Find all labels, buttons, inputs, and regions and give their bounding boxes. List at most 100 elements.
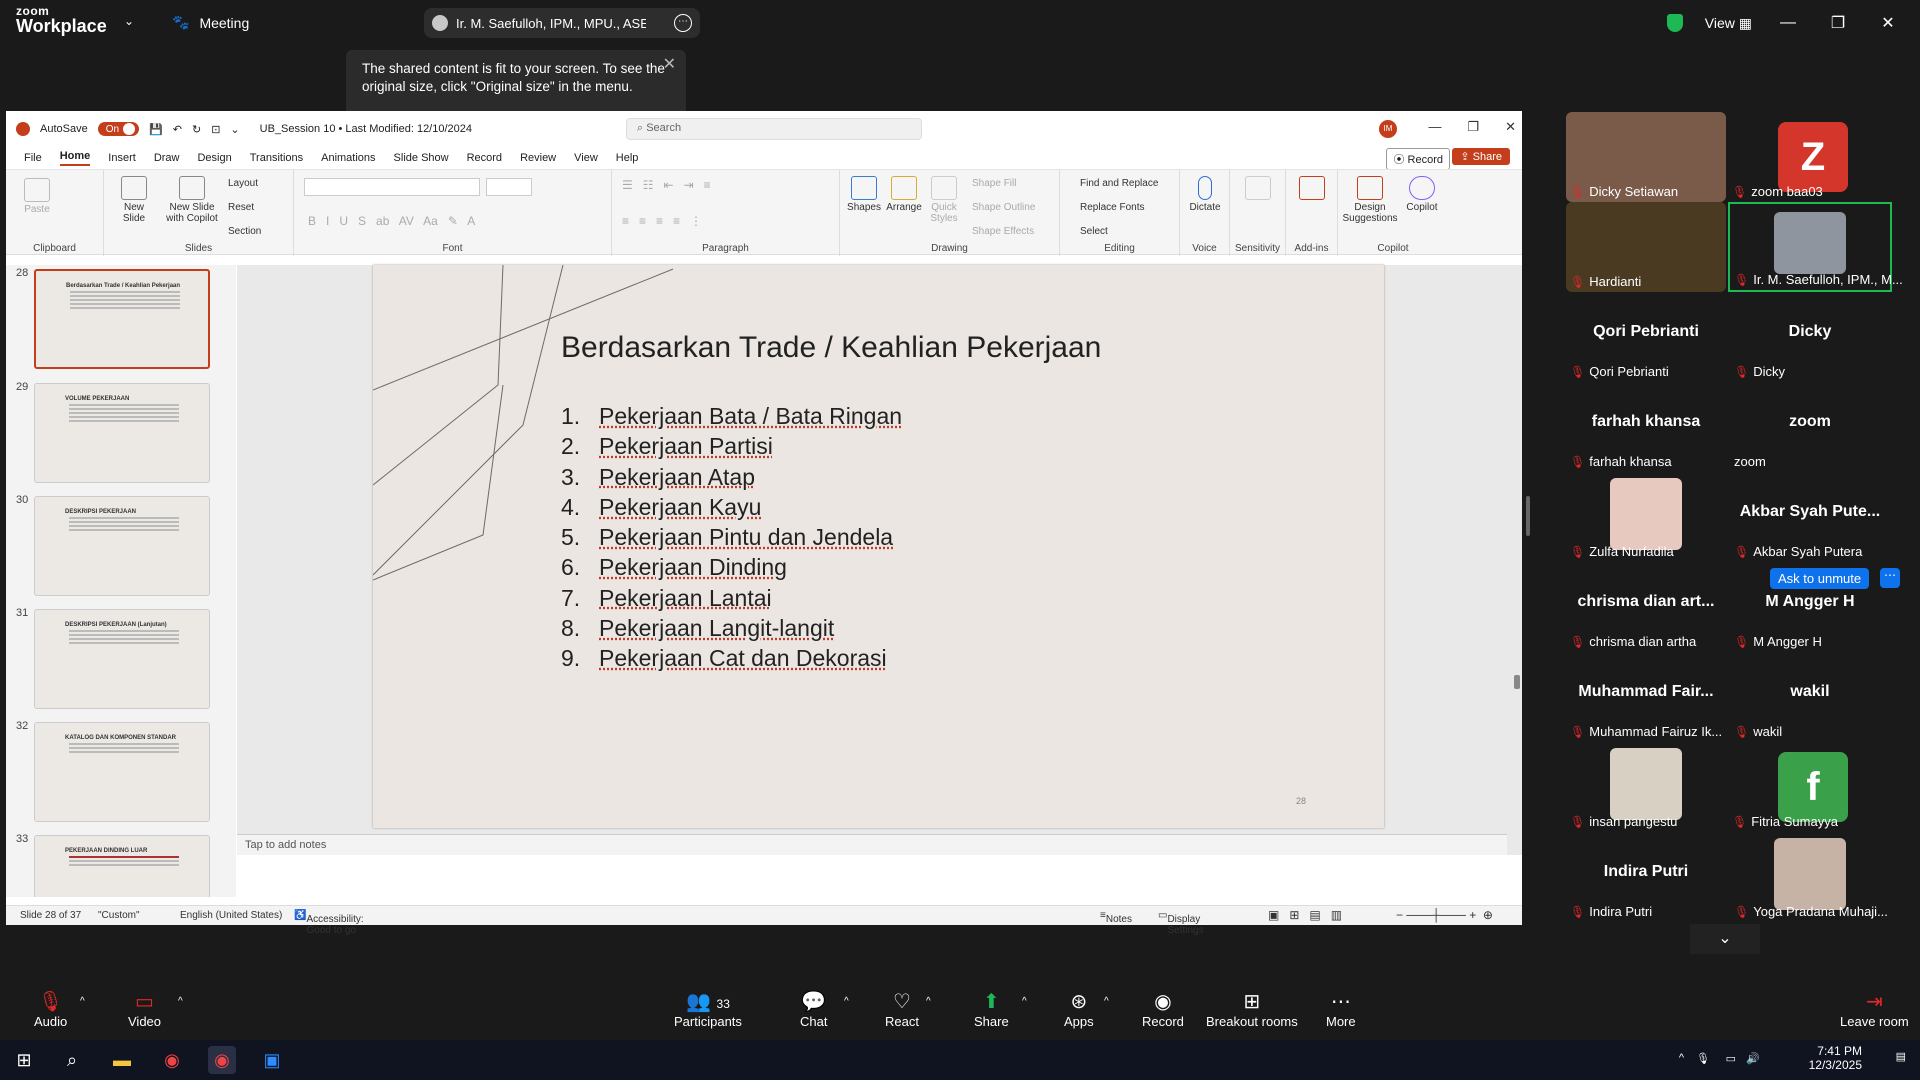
list-buttons[interactable]: ☰ ☷ ⇤ ⇥ ≡ <box>622 178 711 192</box>
shape-fill-button[interactable]: Shape Fill <box>972 178 1016 189</box>
file-name[interactable]: UB_Session 10 • Last Modified: 12/10/202… <box>260 123 472 135</box>
close-icon[interactable]: ✕ <box>1505 119 1516 135</box>
sensitivity-button[interactable] <box>1234 176 1282 202</box>
participants-button[interactable]: 👥 33 Participants <box>674 990 742 1029</box>
participant-tile[interactable]: Qori Pebrianti 🎙 Qori Pebrianti <box>1566 292 1726 382</box>
meeting-tab[interactable]: 🐾 Meeting <box>172 14 249 31</box>
tab-transitions[interactable]: Transitions <box>250 152 303 164</box>
select-button[interactable]: Select <box>1080 226 1108 237</box>
close-icon[interactable]: ✕ <box>663 56 676 74</box>
slide-thumbnail[interactable]: DESKRIPSI PEKERJAAN <box>34 496 210 596</box>
tab-home[interactable]: Home <box>59 150 91 166</box>
view-buttons[interactable]: ▣ ⊞ ▤ ▥ <box>1268 908 1342 922</box>
participant-tile-active[interactable]: 🎙 Ir. M. Saefulloh, IPM., M... <box>1728 202 1903 292</box>
paste-button[interactable]: Paste <box>24 178 50 215</box>
chevron-down-icon[interactable]: ⌄ <box>124 14 134 28</box>
participant-tile[interactable]: f 🎙 Fitria Sumayya <box>1730 742 1890 832</box>
notes-pane[interactable]: Tap to add notes <box>237 834 1507 855</box>
accessibility-status[interactable]: ♿ Accessibility: Good to go <box>294 910 364 936</box>
slide-thumbnail[interactable]: Berdasarkan Trade / Keahlian Pekerjaan <box>34 269 210 369</box>
presenter-pill[interactable]: Ir. M. Saefulloh, IPM., MPU., ASEAN ⋯ <box>424 8 700 38</box>
search-icon[interactable]: ⌕ <box>58 1046 86 1074</box>
mic-icon[interactable]: 🎙 <box>1696 1052 1710 1065</box>
tab-design[interactable]: Design <box>197 152 231 164</box>
chevron-up-icon[interactable]: ^ <box>926 996 931 1007</box>
new-slide-copilot-button[interactable]: New Slide with Copilot <box>162 176 222 224</box>
dictate-button[interactable]: Dictate <box>1186 176 1224 213</box>
apps-button[interactable]: ⊛ Apps <box>1064 990 1094 1029</box>
search-input[interactable]: ⌕ Search <box>626 118 922 140</box>
slide-thumbnail[interactable]: VOLUME PEKERJAAN <box>34 383 210 483</box>
chevron-up-icon[interactable]: ^ <box>80 996 85 1007</box>
tab-record[interactable]: Record <box>467 152 502 164</box>
find-replace-button[interactable]: Find and Replace <box>1080 178 1158 189</box>
redo-icon[interactable]: ↻ <box>192 123 201 136</box>
new-slide-button[interactable]: New Slide <box>114 176 154 224</box>
align-buttons[interactable]: ≡ ≡ ≡ ≡ ⋮ <box>622 214 702 228</box>
layout-button[interactable]: Layout <box>228 178 258 189</box>
chrome-icon[interactable]: ◉ <box>158 1046 186 1074</box>
customize-qat-icon[interactable]: ⌄ <box>230 123 239 136</box>
font-family-dropdown[interactable] <box>304 178 480 196</box>
present-icon[interactable]: ⊡ <box>211 123 220 136</box>
file-explorer-icon[interactable]: ▬ <box>108 1046 136 1074</box>
video-button[interactable]: ▭ Video <box>128 990 161 1029</box>
participant-tile[interactable]: 🎙 Hardianti <box>1566 202 1726 292</box>
participant-tile[interactable]: 🎙 Zulfa Nurfadila <box>1566 472 1726 562</box>
chevron-up-icon[interactable]: ^ <box>1679 1052 1684 1064</box>
chevron-up-icon[interactable]: ^ <box>1104 996 1109 1007</box>
participant-tile[interactable]: chrisma dian art... 🎙 chrisma dian artha <box>1566 562 1726 652</box>
breakout-rooms-button[interactable]: ⊞ Breakout rooms <box>1206 990 1298 1029</box>
slide-thumbnail[interactable]: PEKERJAAN DINDING LUAR <box>34 835 210 897</box>
zoom-app-icon[interactable]: ▣ <box>258 1046 286 1074</box>
chevron-up-icon[interactable]: ^ <box>844 996 849 1007</box>
participant-tile[interactable]: Indira Putri 🎙 Indira Putri <box>1566 832 1726 922</box>
slide-editor[interactable]: Berdasarkan Trade / Keahlian Pekerjaan 1… <box>237 265 1522 855</box>
quick-styles-button[interactable]: Quick Styles <box>926 176 962 224</box>
scrollbar[interactable] <box>1514 675 1520 689</box>
chevron-up-icon[interactable]: ^ <box>1022 996 1027 1007</box>
record-button[interactable]: ◉ Record <box>1142 990 1184 1029</box>
slide-thumbnails-pane[interactable]: 28 Berdasarkan Trade / Keahlian Pekerjaa… <box>6 265 236 897</box>
network-icon[interactable]: ▭ <box>1726 1052 1736 1065</box>
current-slide[interactable]: Berdasarkan Trade / Keahlian Pekerjaan 1… <box>373 265 1384 828</box>
shape-effects-button[interactable]: Shape Effects <box>972 226 1034 237</box>
shape-outline-button[interactable]: Shape Outline <box>972 202 1035 213</box>
reset-button[interactable]: Reset <box>228 202 254 213</box>
share-button[interactable]: ⬆ Share <box>974 990 1009 1029</box>
clock[interactable]: 7:41 PM 12/3/2025 <box>1809 1044 1862 1072</box>
replace-fonts-button[interactable]: Replace Fonts <box>1080 202 1144 213</box>
design-suggestions-button[interactable]: Design Suggestions <box>1340 176 1400 224</box>
participant-tile[interactable]: 🎙 Yoga Pradana Muhaji... <box>1730 832 1890 922</box>
audio-button[interactable]: 🎙 Audio <box>34 990 67 1029</box>
tab-help[interactable]: Help <box>616 152 639 164</box>
arrange-button[interactable]: Arrange <box>886 176 922 213</box>
maximize-icon[interactable]: ❐ <box>1824 13 1852 33</box>
participant-tile[interactable]: Akbar Syah Pute... 🎙 Akbar Syah Putera <box>1730 472 1890 562</box>
shapes-button[interactable]: Shapes <box>846 176 882 213</box>
participant-tile[interactable]: 🎙 insan pangestu <box>1566 742 1726 832</box>
tab-draw[interactable]: Draw <box>154 152 180 164</box>
chat-button[interactable]: 💬 Chat <box>800 990 827 1029</box>
participant-tile[interactable]: M Angger H 🎙 M Angger H <box>1730 562 1890 652</box>
shield-icon[interactable] <box>1666 14 1683 32</box>
close-icon[interactable]: ✕ <box>1874 13 1902 33</box>
leave-room-button[interactable]: ⇥ Leave room <box>1840 990 1909 1029</box>
participant-tile[interactable]: Dicky 🎙 Dicky <box>1730 292 1890 382</box>
chrome-icon[interactable]: ◉ <box>208 1046 236 1074</box>
tab-file[interactable]: File <box>24 152 42 164</box>
addins-button[interactable] <box>1292 176 1332 202</box>
more-button[interactable]: ⋯ More <box>1326 990 1356 1029</box>
tab-animations[interactable]: Animations <box>321 152 375 164</box>
tab-insert[interactable]: Insert <box>108 152 136 164</box>
avatar[interactable]: IM <box>1379 120 1397 138</box>
minimize-icon[interactable]: — <box>1774 14 1802 32</box>
participant-tile[interactable]: 🎙 Dicky Setiawan <box>1566 112 1726 202</box>
participant-tile[interactable]: Z 🎙 zoom baa03 <box>1730 112 1890 202</box>
view-button[interactable]: View ▦ <box>1705 15 1752 32</box>
autosave-toggle[interactable]: On <box>97 122 140 136</box>
font-size-dropdown[interactable] <box>486 178 532 196</box>
windows-start-icon[interactable]: ⊞ <box>10 1046 38 1074</box>
slide-thumbnail[interactable]: KATALOG DAN KOMPONEN STANDAR <box>34 722 210 822</box>
format-buttons[interactable]: B I U S ab AV Aa ✎ A <box>308 214 475 228</box>
